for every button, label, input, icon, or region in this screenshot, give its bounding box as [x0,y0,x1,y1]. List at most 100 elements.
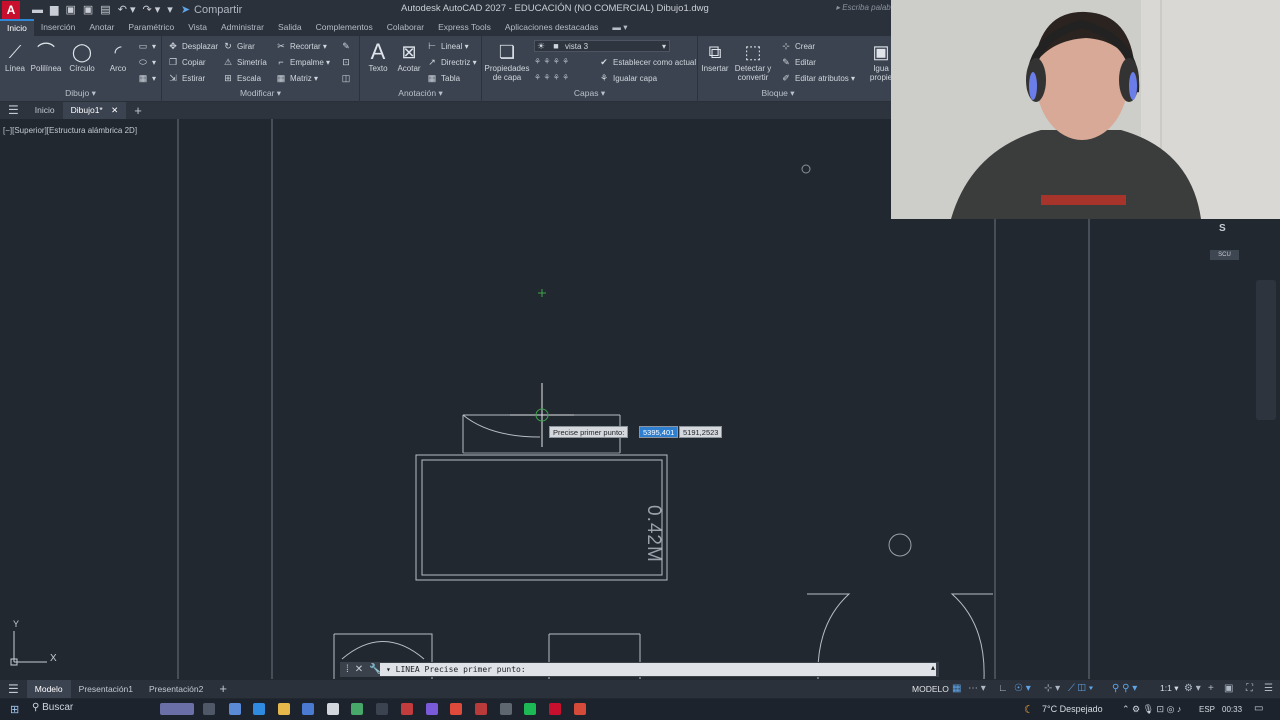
estirar-button[interactable]: ⇲ Estirar [167,73,205,84]
tab-inicio[interactable]: Inicio [0,19,34,36]
circulo-button[interactable]: ◯ Círculo [66,40,98,73]
customize-status-icon[interactable]: ☰ [1264,683,1273,694]
task-view-icon[interactable] [203,703,215,715]
print-icon[interactable]: ▤ [100,3,110,16]
viewcube-compass-south[interactable]: S [1219,223,1226,234]
hatch-button[interactable]: ▦ ▾ [137,73,156,84]
polilinea-button[interactable]: ⌒ Polilínea [29,40,63,73]
new-tab-plus-icon[interactable]: + [126,102,150,119]
fullscreen-icon[interactable]: ⛶ [1246,683,1253,694]
tab-salida[interactable]: Salida [271,19,309,36]
tab-complementos[interactable]: Complementos [309,19,380,36]
app-icon-1[interactable] [327,703,339,715]
offset-button[interactable]: ◫ [340,73,355,84]
grid-icon[interactable]: ▦ [952,683,961,694]
chrome-icon[interactable] [450,703,462,715]
group-modificar-title[interactable]: Modificar ▾ [162,88,359,99]
command-line-close-icon[interactable]: ✕ [355,664,363,675]
app-icon-7[interactable] [500,703,512,715]
group-dibujo-title[interactable]: Dibujo ▾ [0,88,161,99]
widgets-icon[interactable] [229,703,241,715]
ortho-icon[interactable]: ∟ [998,683,1008,694]
acotar-button[interactable]: ⊠ Acotar [395,40,423,73]
viewport-controls[interactable]: [−][Superior][Estructura alámbrica 2D] [3,126,137,135]
command-input[interactable]: ▾ LINEA Precise primer punto: [380,663,936,676]
simetria-button[interactable]: ⚠ Simetría [222,57,267,68]
snap-icon[interactable]: ⋯ ▾ [968,683,986,694]
editar-atributos-button[interactable]: ✐ Editar atributos ▾ [780,73,855,84]
tabla-button[interactable]: ▦ Tabla [426,73,460,84]
rectangle-button[interactable]: ▭ ▾ [137,41,156,52]
detectar-convertir-button[interactable]: ⬚ Detectar y convertir [734,40,772,82]
file-tab-dibujo1[interactable]: Dibujo1* ✕ [62,102,127,119]
group-capas-title[interactable]: Capas ▾ [482,88,697,99]
close-tab-icon[interactable]: ✕ [111,105,118,115]
model-space-toggle[interactable]: MODELO [912,684,949,694]
app-icon-5[interactable] [426,703,438,715]
explode-button[interactable]: ⊡ [340,57,355,68]
add-layout-plus-icon[interactable]: + [211,680,235,698]
autocad-logo-icon[interactable]: A [2,0,20,19]
igualar-capa-button[interactable]: ⚘ Igualar capa [598,73,657,84]
tab-insercion[interactable]: Inserción [34,19,83,36]
tab-administrar[interactable]: Administrar [214,19,271,36]
desplazar-button[interactable]: ✥ Desplazar [167,41,218,52]
spotify-icon[interactable] [524,703,536,715]
dynamic-input-x[interactable]: 5395,401 [639,426,679,438]
insertar-button[interactable]: ⧉ Insertar [700,40,730,73]
establecer-actual-button[interactable]: ✔ Establecer como actual [598,57,696,68]
clock[interactable]: 00:33 [1222,705,1242,714]
share-button[interactable]: ➤ Compartir [181,3,243,17]
tab-anotar[interactable]: Anotar [82,19,121,36]
tab-colaborar[interactable]: Colaborar [380,19,431,36]
tab-vista[interactable]: Vista [181,19,214,36]
annotation-scale-icon[interactable]: ⚲ ⚲ ▾ [1112,683,1137,694]
autocad-taskbar-icon[interactable] [549,703,561,715]
search-highlight-icon[interactable] [160,703,194,715]
layout-tab-modelo[interactable]: Modelo [26,680,71,698]
command-history-icon[interactable]: ▴ [931,663,935,672]
group-bloque-title[interactable]: Bloque ▾ [698,88,858,99]
edge-icon[interactable] [253,703,265,715]
layer-properties-button[interactable]: ❏ Propiedades de capa [484,40,530,82]
open-icon[interactable]: ▆ [50,3,58,16]
matriz-button[interactable]: ▦ Matriz ▾ [275,73,318,84]
osnap-track-icon[interactable]: ⟋ ◫ ▾ [1068,683,1093,694]
app-icon-6[interactable] [475,703,487,715]
escala-button[interactable]: ⊞ Escala [222,73,261,84]
app-icon-3[interactable] [376,703,388,715]
group-anotacion-title[interactable]: Anotación ▾ [360,88,481,99]
taskbar-search[interactable]: ⚲ Buscar [32,702,73,713]
layer-tools-row1[interactable]: ⚘ ⚘ ⚘ ⚘ [534,57,569,66]
lineal-button[interactable]: ⊢ Lineal ▾ [426,41,469,52]
app-icon-4[interactable] [401,703,413,715]
empalme-button[interactable]: ⌐ Empalme ▾ [275,57,330,67]
recortar-button[interactable]: ✂ Recortar ▾ [275,41,327,52]
file-explorer-icon[interactable] [278,703,290,715]
layer-tools-row2[interactable]: ⚘ ⚘ ⚘ ⚘ [534,73,569,82]
copiar-button[interactable]: ❐ Copiar [167,57,206,68]
tray-icons[interactable]: ⌃ ⚙ 🎙 ⊡ ◎ ♪ [1122,704,1181,715]
dynamic-input-y[interactable]: 5191,2523 [679,426,723,438]
language-indicator[interactable]: ESP [1199,705,1215,714]
undo-icon[interactable]: ↶ ▾ [118,3,136,16]
app-icon-8[interactable] [574,703,586,715]
redo-icon[interactable]: ↷ ▾ [142,3,160,16]
crear-button[interactable]: ⊹ Crear [780,41,815,52]
ucs-menu[interactable]: SCU [1210,250,1239,260]
menu-hamburger-icon[interactable]: ☰ [0,102,27,119]
layout-tab-presentacion1[interactable]: Presentación1 [71,680,141,698]
windows-start-icon[interactable]: ⊞ [10,703,19,716]
notifications-icon[interactable]: ▭ [1254,703,1263,714]
save-icon[interactable]: ▣ [65,3,75,16]
folder-icon[interactable]: ▬ [32,4,43,16]
directriz-button[interactable]: ↗ Directriz ▾ [426,57,476,68]
arco-button[interactable]: ◜ Arco [105,40,131,73]
file-tab-inicio[interactable]: Inicio [27,102,63,119]
plus-minus-icon[interactable]: + [1208,683,1214,694]
weather-text[interactable]: 7°C Despejado [1042,704,1103,714]
save-as-icon[interactable]: ▣ [83,3,93,16]
customize-qat-icon[interactable]: ▾ [167,3,173,16]
app-icon-2[interactable] [351,703,363,715]
ribbon-minimize-icon[interactable]: ▬ ▾ [605,19,634,36]
